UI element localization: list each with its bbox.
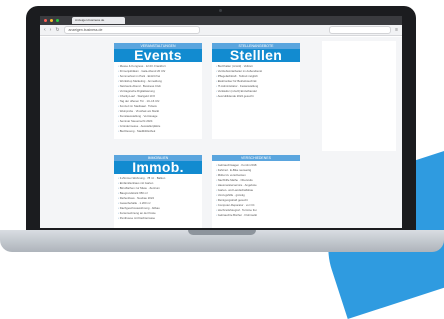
list-item[interactable]: Buchlesung · Stadtbibliothek — [118, 129, 198, 134]
card-title[interactable]: Stelllen — [212, 48, 300, 62]
close-window-button[interactable] — [44, 19, 47, 22]
card-list: Gebrauchtwagen · Kombi 2018Fahrrad · E-B… — [212, 163, 300, 218]
sidebar-panel — [322, 41, 396, 151]
list-item[interactable]: Gebrauchte Bücher · Flohmarkt — [216, 213, 296, 218]
card-title[interactable]: Immob. — [114, 160, 202, 174]
maximize-window-button[interactable] — [56, 19, 59, 22]
menu-icon[interactable]: ≡ — [395, 27, 398, 33]
reload-icon[interactable]: ↻ — [55, 27, 59, 33]
browser-window: Anzeigen.business.de ‹ › ↻ anzeigen.busi… — [40, 16, 402, 228]
card-list: 3-Zimmer-Wohnung · 78 m² · BalkonEinfami… — [114, 176, 202, 221]
card-list: Buchhalter (m/w/d) · VollzeitVertriebsmi… — [212, 64, 300, 99]
browser-toolbar: ‹ › ↻ anzeigen.business.de ≡ — [40, 25, 402, 36]
page-content: VERANSTALTUNGEN Events Messe & Kongress … — [40, 37, 402, 228]
laptop-notch — [188, 230, 256, 235]
card-title[interactable]: Events — [114, 48, 202, 62]
forward-icon[interactable]: › — [50, 27, 52, 33]
search-field[interactable] — [329, 26, 392, 34]
card-header: VERSCHIEDENES — [212, 155, 300, 161]
address-bar[interactable]: anzeigen.business.de — [63, 26, 200, 34]
back-icon[interactable]: ‹ — [44, 27, 46, 33]
laptop-bezel: Anzeigen.business.de ‹ › ↻ anzeigen.busi… — [26, 6, 416, 230]
list-item[interactable]: Auszubildende 2024 gesucht — [216, 94, 296, 99]
tab-bar: Anzeigen.business.de — [40, 16, 402, 25]
webcam — [219, 9, 222, 12]
card-realestate: IMMOBILIEN Immob. 3-Zimmer-Wohnung · 78 … — [114, 155, 202, 228]
card-misc: VERSCHIEDENES Gebrauchtwagen · Kombi 201… — [212, 155, 300, 228]
browser-tab[interactable]: Anzeigen.business.de — [72, 17, 125, 24]
minimize-window-button[interactable] — [50, 19, 53, 22]
card-events: VERANSTALTUNGEN Events Messe & Kongress … — [114, 43, 202, 139]
card-jobs: STELLENANGEBOTE Stelllen Buchhalter (m/w… — [212, 43, 300, 139]
list-item[interactable]: Penthouse mit Dachterrasse — [118, 216, 198, 221]
card-list: Messe & Kongress · 12.03. FrankfurtFirme… — [114, 64, 202, 134]
